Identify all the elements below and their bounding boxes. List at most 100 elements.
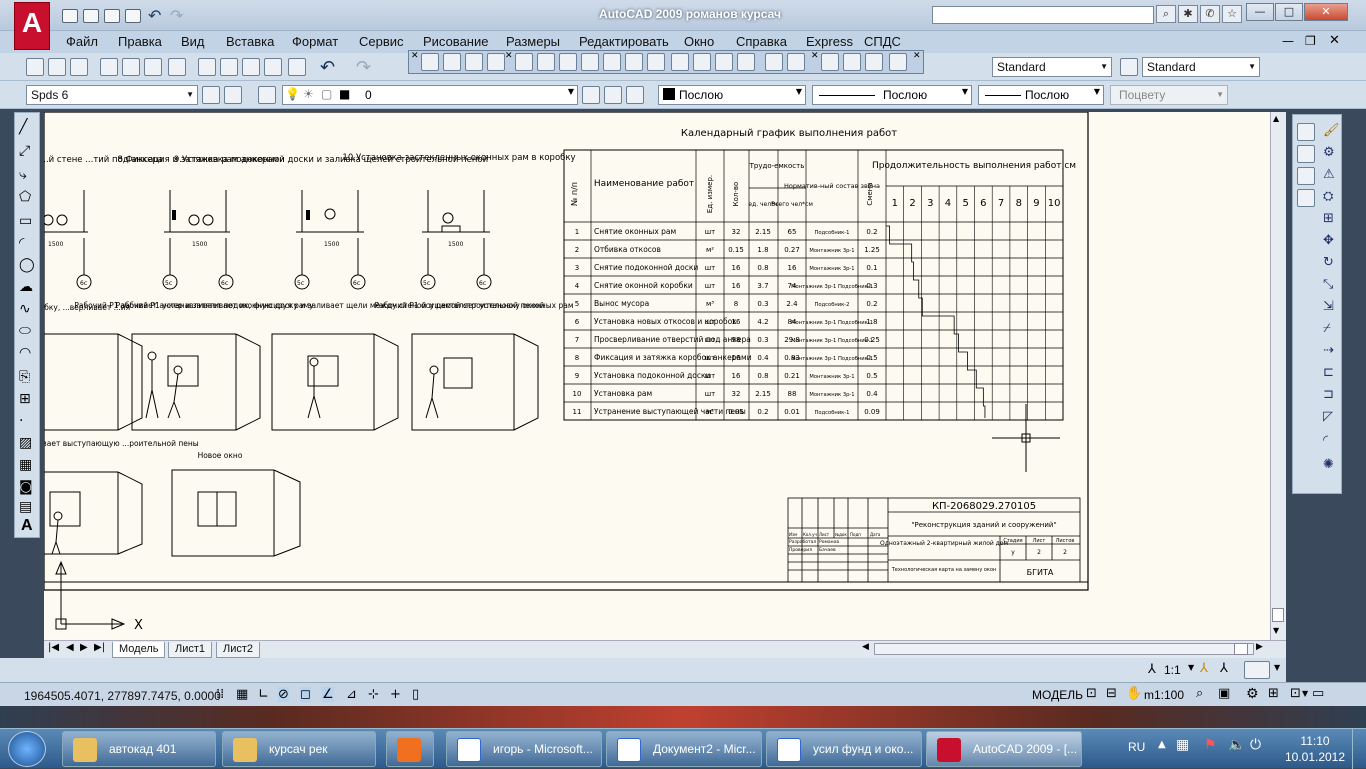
mirror-icon[interactable]: [1297, 167, 1315, 185]
layer-previous-icon[interactable]: [604, 86, 622, 104]
power-icon[interactable]: ⏻: [1250, 737, 1261, 753]
osnap-icon[interactable]: ◻: [300, 687, 311, 702]
revcloud-icon[interactable]: ☁: [19, 279, 33, 295]
workspace-settings-icon[interactable]: [202, 86, 220, 104]
ellipse-arc-icon[interactable]: ◠: [19, 345, 31, 361]
maximize-viewport-icon[interactable]: [1244, 661, 1270, 679]
qp-icon[interactable]: ▯: [412, 687, 419, 702]
horizontal-scrollbar[interactable]: [874, 643, 1254, 655]
ordinate-icon[interactable]: [465, 53, 483, 71]
undo-icon[interactable]: ↶: [320, 57, 335, 78]
task-folder-autocad[interactable]: автокад 401: [62, 731, 216, 767]
rectangle-icon[interactable]: ▭: [19, 213, 32, 229]
last-tab-icon[interactable]: ▶|: [94, 642, 105, 653]
model-space-toggle[interactable]: МОДЕЛЬ: [1032, 688, 1083, 702]
plot-icon[interactable]: [100, 58, 118, 76]
help-icon[interactable]: [787, 53, 805, 71]
dtext-icon[interactable]: [559, 53, 577, 71]
line-icon[interactable]: [421, 53, 439, 71]
polar-icon[interactable]: ⊘: [278, 687, 289, 702]
otrack-icon[interactable]: ∠: [322, 687, 334, 702]
exit-icon[interactable]: [889, 53, 907, 71]
chevron-down-icon[interactable]: ▼: [1188, 663, 1194, 672]
scroll-up-icon[interactable]: ▲: [1273, 114, 1279, 123]
first-tab-icon[interactable]: |◀: [48, 642, 59, 653]
insert-block-icon[interactable]: ⎘: [19, 369, 30, 385]
polygon-icon[interactable]: ⬠: [19, 189, 31, 205]
chamfer-icon[interactable]: ◸: [1323, 409, 1333, 424]
construction-line-icon[interactable]: ⤢: [19, 143, 30, 159]
chevron-down-icon[interactable]: ▼: [1302, 689, 1308, 698]
lwt-icon[interactable]: +: [390, 687, 401, 702]
snap-icon[interactable]: ⁞⁞: [216, 687, 224, 702]
toolbar-lock-icon[interactable]: ⊞: [1268, 686, 1279, 701]
font-icon[interactable]: [581, 53, 599, 71]
menu-tools[interactable]: Сервис: [359, 34, 404, 49]
doc-restore-button[interactable]: ❐: [1305, 34, 1316, 48]
maximize-button[interactable]: □: [1275, 3, 1303, 21]
hide-icon[interactable]: [865, 53, 883, 71]
coordinates-readout[interactable]: 1964505.4071, 277897.7475, 0.0000: [24, 689, 221, 703]
toolbar-close-icon[interactable]: ✕: [811, 51, 819, 61]
offset2-icon[interactable]: ⛭: [1323, 189, 1333, 204]
scroll-down-icon[interactable]: ▼: [1273, 626, 1279, 635]
menu-draw[interactable]: Рисование: [423, 34, 488, 49]
menu-express[interactable]: Express: [806, 34, 853, 49]
explode-icon[interactable]: ✺: [1323, 457, 1334, 472]
layer-manager-icon[interactable]: [258, 86, 276, 104]
linetype-select[interactable]: Послою ▼: [812, 85, 972, 105]
subscription-icon[interactable]: ✱: [1178, 5, 1198, 23]
task-word-igor[interactable]: игорь - Microsoft...: [446, 731, 602, 767]
chevron-down-icon[interactable]: ▼: [1274, 663, 1280, 672]
application-menu-button[interactable]: A: [14, 2, 50, 50]
undo-icon[interactable]: ↶: [148, 6, 161, 25]
volume-icon[interactable]: 🔈: [1228, 737, 1245, 753]
doc-minimize-button[interactable]: —: [1282, 34, 1294, 48]
extend-icon[interactable]: ⇢: [1323, 343, 1334, 358]
match-properties-icon[interactable]: [264, 58, 282, 76]
dim-style-icon[interactable]: [1120, 58, 1138, 76]
toolbar-close-icon[interactable]: ✕: [505, 51, 513, 61]
paste-icon[interactable]: [242, 58, 260, 76]
polyline-icon[interactable]: ⤷: [19, 167, 27, 183]
task-autocad[interactable]: AutoCAD 2009 - [...: [926, 731, 1082, 767]
scroll-thumb[interactable]: [1272, 608, 1284, 622]
point-icon[interactable]: ·: [19, 413, 23, 429]
menu-edit[interactable]: Правка: [118, 34, 162, 49]
zoom-icon[interactable]: ⌕: [1196, 686, 1203, 701]
book-icon[interactable]: [821, 53, 839, 71]
menu-file[interactable]: Файл: [66, 34, 98, 49]
save-icon[interactable]: [104, 9, 120, 23]
break-icon[interactable]: ⊏: [1323, 365, 1334, 380]
find-icon[interactable]: [625, 53, 643, 71]
menu-window[interactable]: Окно: [684, 34, 714, 49]
layout-icon[interactable]: ⊟: [1106, 686, 1117, 701]
grid-icon[interactable]: [715, 53, 733, 71]
publish-icon[interactable]: [144, 58, 162, 76]
auto-scale-icon[interactable]: ⅄: [1220, 661, 1228, 676]
offset-icon[interactable]: [1297, 189, 1315, 207]
join-icon[interactable]: ⊐: [1323, 387, 1334, 402]
leader-icon[interactable]: [537, 53, 555, 71]
stretch-icon[interactable]: ⇲: [1323, 299, 1334, 314]
mtext-icon[interactable]: [515, 53, 533, 71]
task-word-usil[interactable]: усил фунд и око...: [766, 731, 922, 767]
markup-icon[interactable]: [765, 53, 783, 71]
layer-icon[interactable]: [671, 53, 689, 71]
task-folder-kursach[interactable]: курсач рек: [222, 731, 376, 767]
tab-sheet1[interactable]: Лист1: [168, 642, 213, 658]
copy-object-icon[interactable]: [1297, 145, 1315, 163]
calc-icon[interactable]: [737, 53, 755, 71]
block-editor-icon[interactable]: [288, 58, 306, 76]
dim-style-select[interactable]: Standard: [1142, 57, 1260, 77]
ducs-icon[interactable]: ⊿: [346, 687, 357, 702]
minimize-button[interactable]: —: [1246, 3, 1274, 21]
cut-icon[interactable]: [198, 58, 216, 76]
show-desktop-button[interactable]: [1352, 729, 1366, 769]
favorites-icon[interactable]: ☆: [1222, 5, 1242, 23]
menu-insert[interactable]: Вставка: [226, 34, 274, 49]
table-icon[interactable]: ▤: [19, 499, 32, 515]
info-search-input[interactable]: [932, 6, 1154, 24]
toolbar-close-icon[interactable]: ✕: [411, 51, 419, 61]
table-icon[interactable]: [693, 53, 711, 71]
